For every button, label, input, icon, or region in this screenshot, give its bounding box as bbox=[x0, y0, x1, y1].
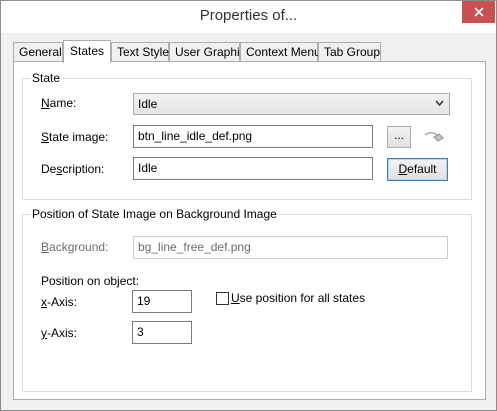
tab-context-menu[interactable]: Context Menu bbox=[240, 42, 321, 62]
name-select[interactable]: Idle bbox=[133, 93, 450, 115]
position-group-title: Position of State Image on Background Im… bbox=[30, 207, 279, 221]
state-group: State Name: Idle State image: btn_line_i… bbox=[22, 71, 472, 200]
state-image-field[interactable]: btn_line_idle_def.png bbox=[133, 125, 373, 148]
position-on-object-label: Position on object: bbox=[41, 274, 140, 288]
states-panel: State Name: Idle State image: btn_line_i… bbox=[13, 61, 486, 400]
close-icon bbox=[473, 7, 484, 17]
browse-button[interactable]: ... bbox=[387, 126, 411, 148]
position-group: Position of State Image on Background Im… bbox=[22, 207, 472, 392]
reset-image-button[interactable] bbox=[421, 127, 447, 147]
use-position-all-states-checkbox[interactable] bbox=[216, 292, 229, 305]
use-position-all-states-label[interactable]: Use position for all states bbox=[231, 291, 365, 305]
description-label: Description: bbox=[41, 162, 105, 176]
default-button[interactable]: Default bbox=[387, 158, 448, 181]
state-image-label: State image: bbox=[41, 130, 109, 144]
tab-text-style[interactable]: Text Style bbox=[111, 42, 169, 62]
y-axis-field[interactable]: 3 bbox=[132, 321, 192, 344]
x-axis-field[interactable]: 19 bbox=[132, 290, 192, 313]
tab-states[interactable]: States bbox=[63, 40, 111, 63]
chevron-down-icon bbox=[435, 100, 444, 107]
tab-tab-group[interactable]: Tab Group bbox=[318, 42, 381, 62]
y-axis-label: y-Axis: bbox=[41, 326, 77, 340]
eraser-icon bbox=[424, 132, 444, 142]
x-axis-label: x-Axis: bbox=[41, 295, 77, 309]
background-field: bg_line_free_def.png bbox=[133, 236, 448, 259]
title-bar: Properties of... bbox=[1, 1, 496, 33]
window-title: Properties of... bbox=[199, 7, 298, 24]
background-label: Background: bbox=[41, 240, 109, 254]
description-field[interactable]: Idle bbox=[133, 157, 373, 180]
tab-user-graphic[interactable]: User Graphic bbox=[169, 42, 246, 62]
name-label: Name: bbox=[41, 96, 77, 110]
properties-dialog: Properties of... General States Text Sty… bbox=[0, 0, 497, 411]
name-select-value: Idle bbox=[138, 97, 158, 111]
close-button[interactable] bbox=[462, 1, 495, 23]
state-group-title: State bbox=[30, 71, 63, 85]
tab-general[interactable]: General bbox=[13, 42, 63, 62]
